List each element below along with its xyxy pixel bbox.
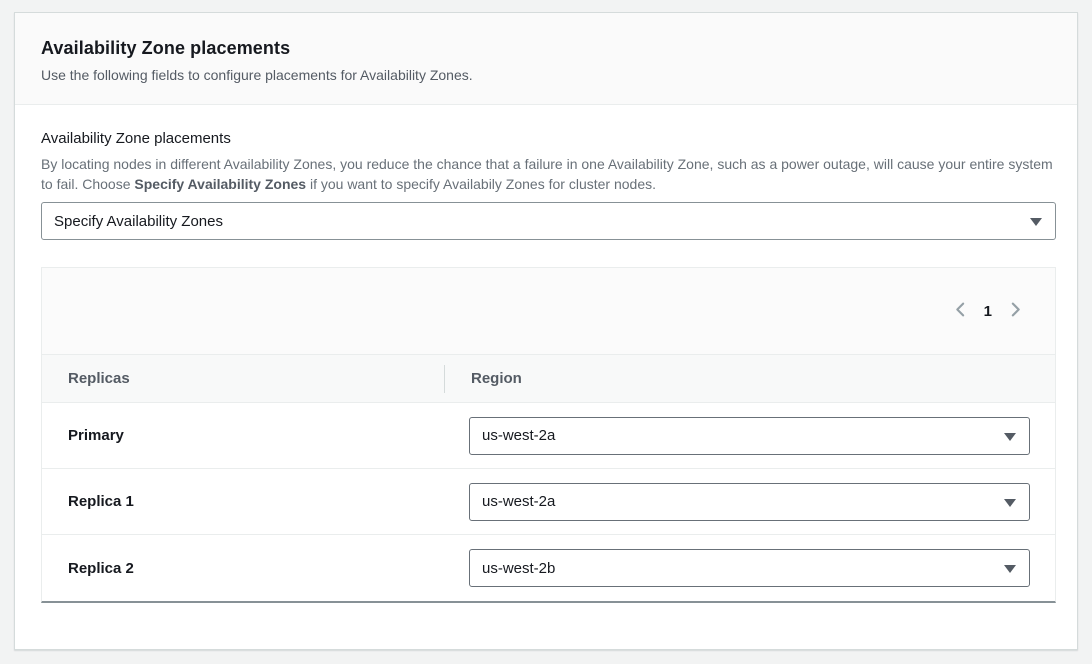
card-body: Availability Zone placements By locating… — [15, 105, 1077, 627]
pagination-next-button[interactable] — [1001, 297, 1029, 325]
chevron-left-icon — [952, 301, 969, 321]
region-cell-primary: us-west-2a — [444, 417, 1055, 455]
table-row-primary: Primary us-west-2a — [42, 403, 1055, 469]
az-placements-table: 1 Replicas Region Primary us-west-2a — [41, 267, 1056, 603]
chevron-down-icon — [1004, 433, 1016, 441]
card-header: Availability Zone placements Use the fol… — [15, 13, 1077, 105]
region-select-replica-2[interactable]: us-west-2b — [469, 549, 1030, 587]
az-placements-description: By locating nodes in different Availabil… — [41, 154, 1054, 194]
region-select-primary[interactable]: us-west-2a — [469, 417, 1030, 455]
region-select-replica-1[interactable]: us-west-2a — [469, 483, 1030, 521]
region-cell-replica-2: us-west-2b — [444, 549, 1055, 587]
page-title: Availability Zone placements — [41, 38, 1051, 59]
chevron-right-icon — [1007, 301, 1024, 321]
az-placements-field-label: Availability Zone placements — [41, 130, 1054, 147]
page-subtitle: Use the following fields to configure pl… — [41, 67, 1051, 83]
replica-label-replica-2: Replica 2 — [42, 560, 444, 577]
table-row-replica-1: Replica 1 us-west-2a — [42, 469, 1055, 535]
chevron-down-icon — [1004, 565, 1016, 573]
description-text-after: if you want to specify Availabily Zones … — [306, 176, 656, 192]
description-bold-text: Specify Availability Zones — [134, 176, 306, 192]
table-header-row: Replicas Region — [42, 355, 1055, 403]
column-header-replicas: Replicas — [42, 370, 444, 387]
region-cell-replica-1: us-west-2a — [444, 483, 1055, 521]
az-mode-select[interactable]: Specify Availability Zones — [41, 202, 1056, 240]
region-select-replica-1-value: us-west-2a — [482, 493, 555, 510]
pagination-bar: 1 — [42, 268, 1055, 355]
replica-label-replica-1: Replica 1 — [42, 493, 444, 510]
replica-label-primary: Primary — [42, 427, 444, 444]
table-row-replica-2: Replica 2 us-west-2b — [42, 535, 1055, 601]
chevron-down-icon — [1004, 499, 1016, 507]
region-select-replica-2-value: us-west-2b — [482, 560, 555, 577]
availability-zone-placements-card: Availability Zone placements Use the fol… — [14, 12, 1078, 650]
column-header-region: Region — [444, 365, 1055, 393]
region-select-primary-value: us-west-2a — [482, 427, 555, 444]
pagination-current-page: 1 — [984, 303, 992, 320]
chevron-down-icon — [1030, 218, 1042, 226]
pagination-prev-button[interactable] — [947, 297, 975, 325]
az-mode-select-value: Specify Availability Zones — [54, 213, 223, 230]
